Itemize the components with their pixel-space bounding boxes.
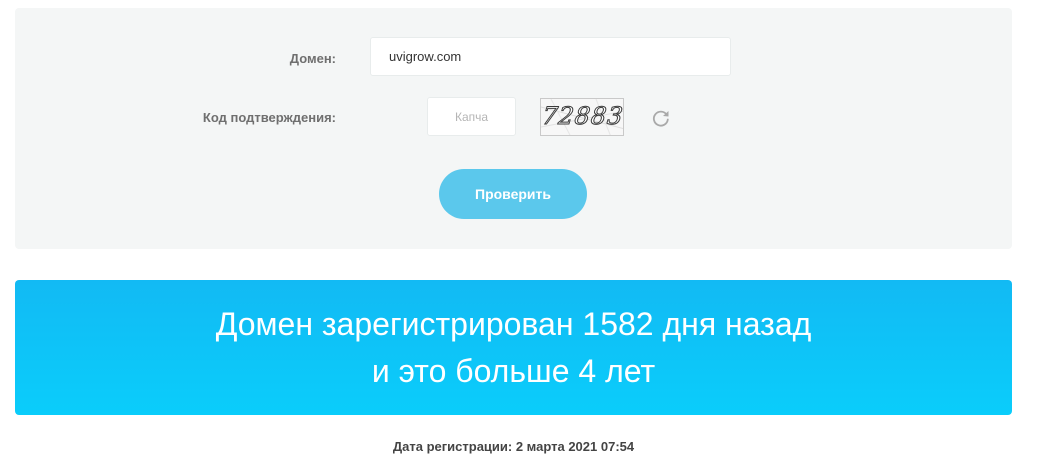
domain-check-form: Домен: Код подтверждения: 72883 Проверит… [15, 8, 1012, 249]
result-banner: Домен зарегистрирован 1582 дня назад и э… [15, 280, 1012, 415]
registration-date: Дата регистрации: 2 марта 2021 07:54 [392, 439, 635, 454]
captcha-label: Код подтверждения: [202, 110, 336, 125]
captcha-image: 72883 [540, 98, 624, 136]
captcha-input[interactable] [427, 97, 516, 136]
refresh-icon[interactable] [651, 108, 671, 128]
check-button[interactable]: Проверить [439, 169, 587, 219]
domain-input[interactable] [370, 37, 731, 76]
domain-label: Домен: [289, 51, 336, 66]
captcha-code: 72883 [540, 102, 624, 131]
result-line-1: Домен зарегистрирован 1582 дня назад [215, 306, 812, 342]
result-line-2: и это больше 4 лет [371, 353, 656, 389]
